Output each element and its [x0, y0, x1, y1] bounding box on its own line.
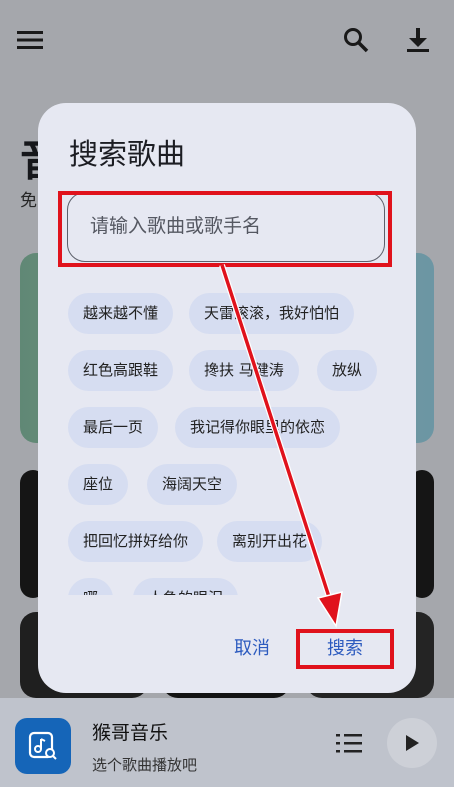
chip-suggestion[interactable]: 红色高跟鞋	[68, 350, 174, 391]
chip-suggestion[interactable]: 放纵	[317, 350, 378, 391]
chip-suggestion[interactable]: 离别开出花	[217, 521, 323, 562]
chip-suggestion[interactable]: 搀扶 马健涛	[189, 350, 299, 391]
mini-player[interactable]: 猴哥音乐 选个歌曲播放吧	[0, 698, 454, 787]
player-title: 猴哥音乐	[92, 722, 169, 744]
suggestion-chips: 越来越不懂 天雷滚滚，我好怕怕 红色高跟鞋 搀扶 马健涛 放纵 最后一页 我记得…	[68, 293, 398, 595]
cancel-button[interactable]: 取消	[234, 634, 270, 660]
chip-suggestion[interactable]: 哪	[68, 578, 114, 595]
chip-suggestion[interactable]: 海阔天空	[147, 464, 238, 505]
chip-suggestion[interactable]: 越来越不懂	[68, 293, 174, 334]
chip-suggestion[interactable]: 把回忆拼好给你	[68, 521, 204, 562]
search-button-highlight-box	[296, 629, 394, 669]
chip-suggestion[interactable]: 人急的眼泪	[133, 578, 239, 595]
queue-list-icon[interactable]	[336, 732, 362, 758]
input-highlight-box	[58, 191, 392, 267]
player-subtitle: 选个歌曲播放吧	[92, 756, 198, 774]
chip-suggestion[interactable]: 天雷滚滚，我好怕怕	[189, 293, 355, 334]
album-cover	[15, 718, 71, 774]
chip-suggestion[interactable]: 座位	[68, 464, 129, 505]
play-icon	[406, 735, 419, 751]
dialog-title: 搜索歌曲	[69, 137, 186, 171]
chip-suggestion[interactable]: 最后一页	[68, 407, 159, 448]
music-search-icon	[28, 731, 57, 760]
play-button[interactable]	[387, 718, 437, 768]
chip-suggestion[interactable]: 我记得你眼里的依恋	[175, 407, 341, 448]
